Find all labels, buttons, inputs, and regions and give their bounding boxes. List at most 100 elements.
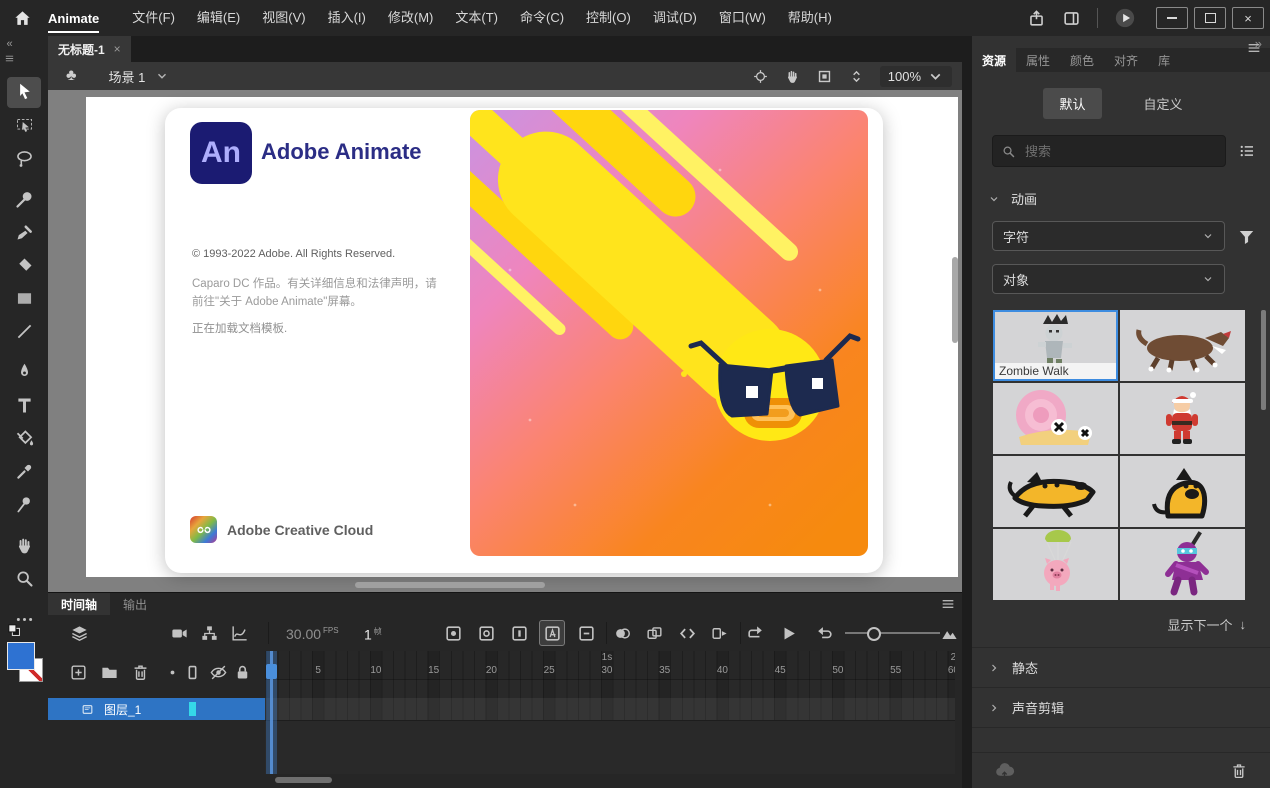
panel-tab[interactable]: 资源 (972, 48, 1017, 72)
layer-row[interactable]: 图层_1 (48, 698, 265, 720)
free-transform-tool[interactable] (7, 110, 41, 141)
playhead[interactable] (266, 651, 277, 774)
section-sound-clips[interactable]: 声音剪辑 (972, 687, 1270, 727)
line-tool[interactable] (7, 316, 41, 347)
panel-tab[interactable]: 对齐 (1104, 48, 1148, 72)
layer-parenting-button[interactable] (196, 620, 222, 646)
layer-stack-button[interactable] (66, 620, 92, 646)
slider-knob[interactable] (867, 627, 881, 641)
section-static[interactable]: 静态 (972, 647, 1270, 687)
section-animation[interactable]: 动画 (988, 189, 1270, 208)
create-tween-button[interactable] (674, 620, 700, 646)
chevron-down-icon[interactable] (155, 69, 169, 83)
frame-rate[interactable]: 30.00 FPS (286, 626, 339, 642)
insert-blank-keyframe-button[interactable] (473, 620, 499, 646)
character-filter-select[interactable]: 字符 (992, 221, 1225, 251)
menubar-item[interactable]: 调试(D) (642, 0, 708, 36)
rotate-view-icon[interactable] (784, 68, 801, 85)
close-tab-icon[interactable]: × (114, 42, 121, 56)
swap-colors-icon[interactable] (6, 622, 23, 639)
insert-keyframe-button[interactable] (440, 620, 466, 646)
menubar-item[interactable]: 视图(V) (251, 0, 316, 36)
zoom-stepper-icon[interactable] (848, 68, 865, 85)
cloud-upload-icon[interactable] (994, 760, 1015, 781)
auto-keyframe-button[interactable] (539, 620, 565, 646)
menubar-item[interactable]: 文本(T) (444, 0, 509, 36)
minimize-button[interactable] (1156, 7, 1188, 29)
list-view-icon[interactable] (1238, 142, 1256, 160)
vertical-scrollbar[interactable] (952, 257, 958, 343)
scene-label[interactable]: 场景 1 (109, 67, 146, 86)
panel-tab[interactable]: 属性 (1016, 48, 1060, 72)
search-box[interactable] (992, 135, 1226, 167)
panel-tab[interactable]: 颜色 (1060, 48, 1104, 72)
panel-scrollbar[interactable] (1261, 310, 1266, 410)
selection-tool[interactable] (7, 77, 41, 108)
maximize-button[interactable] (1194, 7, 1226, 29)
timeline-tab[interactable]: 输出 (110, 593, 160, 615)
mode-tab[interactable]: 默认 (1043, 88, 1102, 119)
rectangle-tool[interactable] (7, 283, 41, 314)
outline-layers-button[interactable] (179, 659, 205, 685)
asset-item[interactable] (1120, 456, 1245, 527)
fluid-brush-tool[interactable] (7, 184, 41, 215)
eyedropper-tool[interactable] (7, 456, 41, 487)
insert-frame-button[interactable] (506, 620, 532, 646)
menubar-item[interactable]: 帮助(H) (777, 0, 843, 36)
delete-frame-button[interactable] (573, 620, 599, 646)
asset-item[interactable]: Zombie Walk (993, 310, 1118, 381)
asset-item[interactable] (1120, 310, 1245, 381)
delete-layer-button[interactable] (127, 659, 153, 685)
current-frame[interactable]: 1帧 (364, 626, 382, 643)
frames-area[interactable]: 1s 2 5 10 15 20 25 30 35 40 45 50 55 60 (265, 651, 955, 774)
asset-item[interactable] (1120, 383, 1245, 454)
workspace-icon[interactable] (1062, 9, 1081, 28)
asset-item[interactable] (993, 383, 1118, 454)
center-stage-icon[interactable] (752, 68, 769, 85)
layer-frame-strip[interactable] (265, 698, 955, 721)
close-button[interactable]: × (1232, 7, 1264, 29)
show-next-link[interactable]: 显示下一个 ↓ (972, 615, 1246, 634)
edit-multiple-frames-button[interactable] (641, 620, 667, 646)
graph-editor-button[interactable] (226, 620, 252, 646)
playhead-head[interactable] (266, 664, 277, 679)
zoom-level-select[interactable]: 100% (879, 65, 952, 87)
mode-tab[interactable]: 自定义 (1128, 88, 1199, 119)
menubar-item[interactable]: 命令(C) (509, 0, 575, 36)
pen-tool[interactable] (7, 357, 41, 388)
timeline-zoom-slider[interactable] (845, 627, 940, 641)
lasso-tool[interactable] (7, 143, 41, 174)
timeline-tab[interactable]: 时间轴 (48, 593, 111, 615)
paint-bucket-tool[interactable] (7, 423, 41, 454)
document-tab[interactable]: 无标题-1 × (48, 36, 131, 62)
stage-pasteboard[interactable]: An Adobe Animate © 1993-2022 Adobe. All … (48, 90, 962, 592)
stage[interactable]: An Adobe Animate © 1993-2022 Adobe. All … (86, 97, 958, 577)
tween-frames-button[interactable] (706, 620, 732, 646)
loop-playback-button[interactable] (742, 620, 768, 646)
asset-item[interactable] (993, 529, 1118, 600)
lock-layers-button[interactable] (229, 659, 255, 685)
menubar-item[interactable]: 窗口(W) (708, 0, 777, 36)
clip-content-icon[interactable] (816, 68, 833, 85)
menubar-item[interactable]: 控制(O) (575, 0, 642, 36)
asset-item[interactable] (1120, 529, 1245, 600)
add-camera-button[interactable] (166, 620, 192, 646)
layer-name[interactable]: 图层_1 (104, 701, 141, 718)
menubar-item[interactable]: 插入(I) (317, 0, 377, 36)
panel-tab[interactable]: 库 (1148, 48, 1180, 72)
onion-skin-button[interactable] (609, 620, 635, 646)
text-tool[interactable] (7, 390, 41, 421)
collapse-panel-icon[interactable]: « (4, 38, 15, 50)
asset-item[interactable] (993, 456, 1118, 527)
new-folder-button[interactable] (96, 659, 122, 685)
rewind-button[interactable] (811, 620, 837, 646)
fill-color-swatch[interactable] (7, 642, 35, 670)
panel-menu-icon[interactable] (4, 53, 15, 64)
panel-menu-icon[interactable] (940, 596, 956, 612)
frame-view-button[interactable] (936, 620, 962, 646)
menubar-item[interactable]: 编辑(E) (186, 0, 251, 36)
classic-brush-tool[interactable] (7, 217, 41, 248)
eraser-tool[interactable] (7, 250, 41, 281)
menubar-item[interactable]: 文件(F) (121, 0, 186, 36)
panel-menu-icon[interactable] (1246, 40, 1262, 56)
